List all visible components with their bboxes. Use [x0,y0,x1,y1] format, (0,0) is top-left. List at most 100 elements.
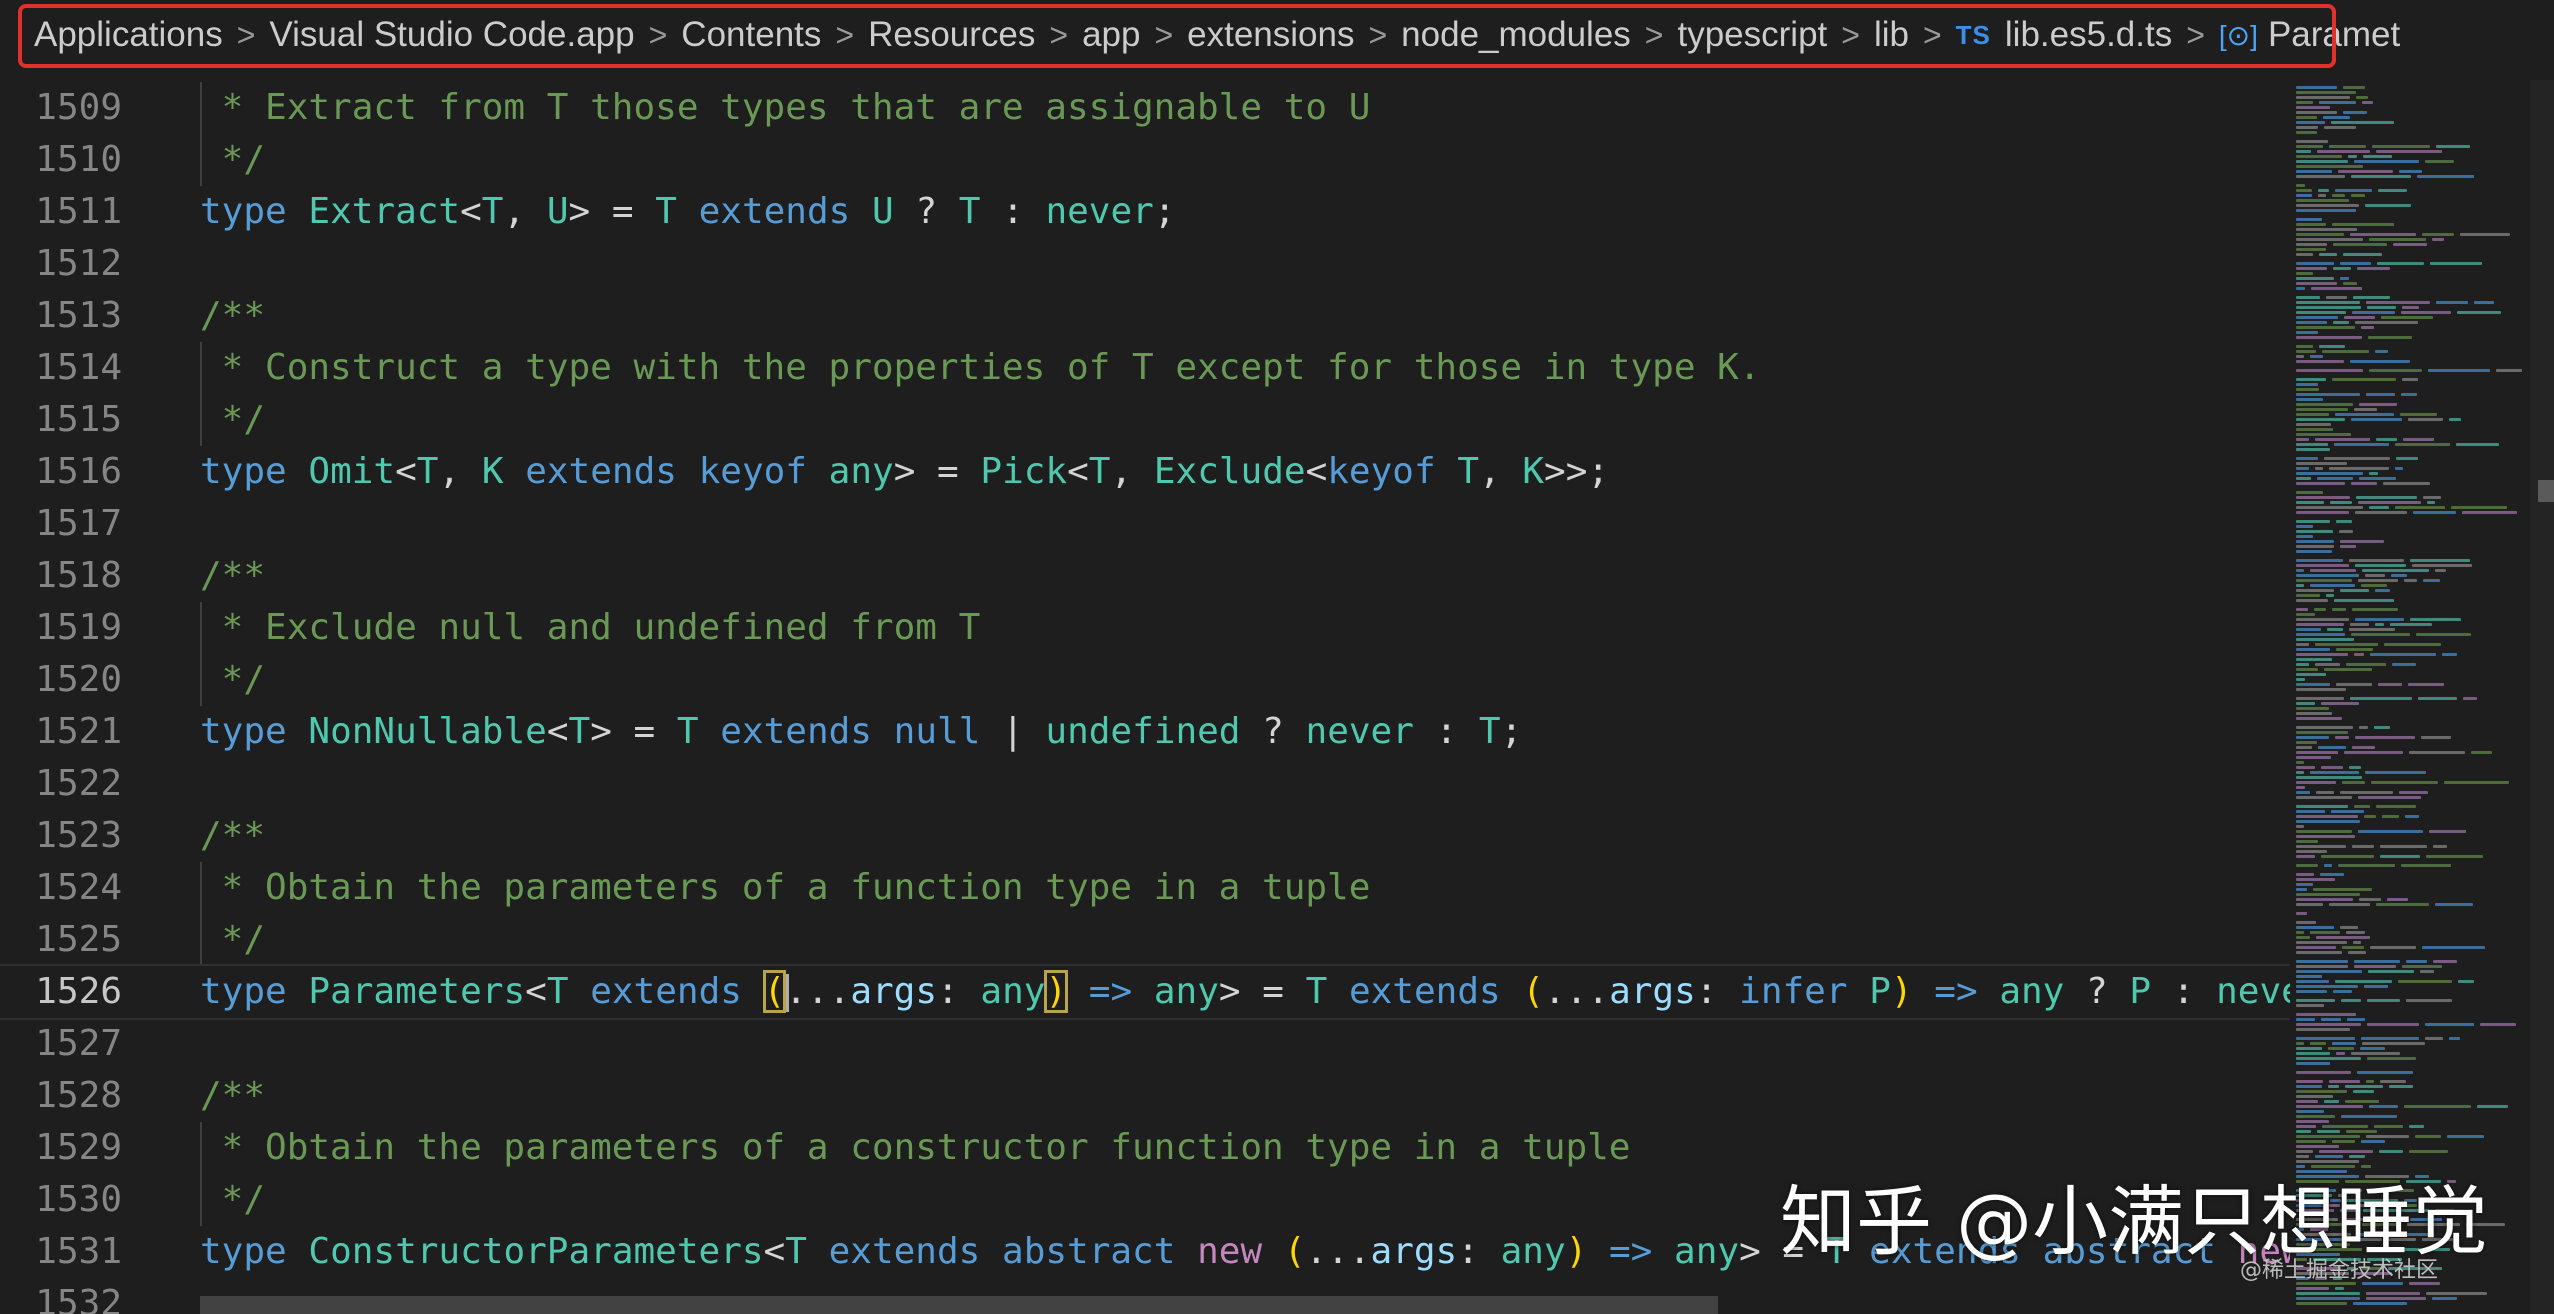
minimap-code-line [2296,209,2356,212]
minimap-code-line [2358,796,2421,799]
code-text: /** [200,1070,265,1122]
minimap-code-line [2474,301,2494,304]
code-line[interactable]: 1515 */ [0,394,2290,446]
minimap-code-line [2330,501,2352,504]
minimap-code-line [2296,477,2311,480]
minimap-code-line [2296,540,2334,543]
code-line[interactable]: 1511 type Extract<T, U> = T extends U ? T… [0,186,2290,238]
minimap-code-line [2296,535,2313,538]
code-text: * Exclude null and undefined from T [200,602,981,654]
line-number: 1513 [35,295,122,336]
minimap-code-line [2328,1047,2354,1050]
line-number: 1518 [35,555,122,596]
minimap-code-line [2324,668,2372,671]
code-token: */ [200,1179,266,1220]
code-line[interactable]: 1517 [0,498,2290,550]
minimap-code-line [2296,101,2313,104]
minimap-code-line [2296,91,2356,94]
code-text: /** [200,810,265,862]
minimap-code-line [2460,233,2510,236]
code-token: < [763,1231,786,1272]
code-line[interactable]: 1514 * Construct a type with the propert… [0,342,2290,394]
minimap-code-line [2496,369,2522,372]
code-line[interactable]: 1513 /** [0,290,2290,342]
minimap-code-line [2296,121,2325,124]
code-editor[interactable]: 1509 * Extract from T those types that a… [0,80,2290,1314]
code-token: type [200,1231,287,1272]
minimap-code-line [2426,1292,2487,1295]
code-line[interactable]: 1516 type Omit<T, K extends keyof any> = … [0,446,2290,498]
code-line[interactable]: 1510 */ [0,134,2290,186]
minimap-code-line [2360,1047,2385,1050]
minimap-code-line [2354,653,2364,656]
code-text: * Extract from T those types that are as… [200,82,1371,134]
minimap-code-line [2296,941,2347,944]
minimap-code-line [2354,960,2400,963]
code-line[interactable]: 1518 /** [0,550,2290,602]
code-token: undefined [1045,711,1241,752]
minimap-code-line [2296,413,2329,416]
code-token: any [1674,1231,1740,1272]
minimap-code-line [2296,383,2318,386]
minimap-code-line [2366,301,2430,304]
minimap-code-line [2296,648,2330,651]
minimap-code-line [2328,1085,2339,1088]
minimap-code-line [2296,496,2350,499]
minimap-code-line [2296,86,2337,89]
code-token: ( [1522,971,1545,1012]
minimap-code-line [2296,731,2348,734]
minimap-code-line [2444,781,2509,784]
minimap-code-line [2296,1071,2351,1074]
code-line[interactable]: 1520 */ [0,654,2290,706]
code-line[interactable]: 1526 type Parameters<T extends (...args: … [0,964,2290,1020]
minimap-code-line [2351,418,2402,421]
minimap-code-line [2296,1080,2323,1083]
code-token: ConstructorParameters [308,1231,764,1272]
line-number: 1515 [35,399,122,440]
minimap-code-line [2321,702,2359,705]
minimap-code-line [2296,253,2313,256]
minimap-code-line [2296,946,2336,949]
minimap-code-line [2421,736,2451,739]
minimap-code-line [2458,980,2474,983]
minimap-code-line [2296,589,2334,592]
minimap-code-line [2375,589,2390,592]
vertical-scrollbar[interactable] [2530,80,2554,1314]
minimap-code-line [2436,301,2468,304]
code-token: * Obtain the parameters of a constructor… [200,1127,1631,1168]
code-line[interactable]: 1509 * Extract from T those types that a… [0,82,2290,134]
code-line[interactable]: 1528 /** [0,1070,2290,1122]
minimap-code-line [2296,766,2315,769]
minimap-code-line [2430,262,2482,265]
code-line[interactable]: 1521 type NonNullable<T> = T extends null… [0,706,2290,758]
line-number: 1516 [35,451,122,492]
minimap-code-line [2359,726,2368,729]
minimap-code-line [2296,388,2319,391]
code-line[interactable]: 1525 */ [0,914,2290,966]
minimap-code-line [2296,564,2349,567]
code-token: ... [1544,971,1610,1012]
code-token: extends [525,451,677,492]
code-line[interactable]: 1524 * Obtain the parameters of a functi… [0,862,2290,914]
code-token: >>; [1544,451,1610,492]
code-token: > = [893,451,981,492]
code-token: : [937,971,981,1012]
minimap-code-line [2296,316,2338,319]
code-line[interactable]: 1522 [0,758,2290,810]
minimap-code-line [2332,1042,2356,1045]
code-token: abstract [1002,1231,1176,1272]
code-line[interactable]: 1519 * Exclude null and undefined from T [0,602,2290,654]
code-line[interactable]: 1527 [0,1018,2290,1070]
minimap-code-line [2354,160,2419,163]
minimap-code-line [2296,921,2316,924]
minimap[interactable] [2290,80,2530,1314]
code-token: : [2151,971,2217,1012]
minimap-code-line [2351,482,2377,485]
horizontal-scrollbar[interactable] [200,1296,1718,1314]
minimap-code-line [2296,845,2346,848]
code-line[interactable]: 1523 /** [0,810,2290,862]
code-line[interactable]: 1512 [0,238,2290,290]
minimap-code-line [2340,262,2371,265]
minimap-code-line [2350,623,2369,626]
